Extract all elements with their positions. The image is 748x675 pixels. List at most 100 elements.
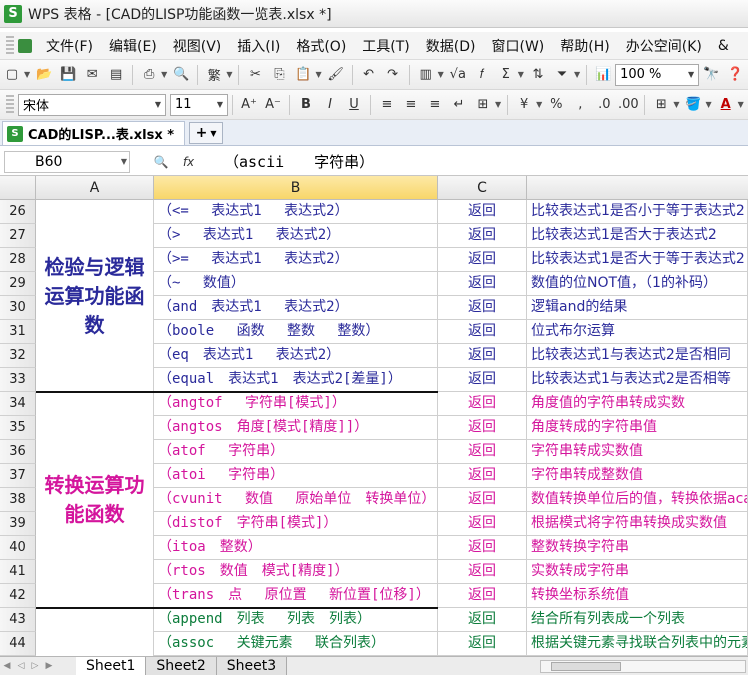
font-name-dropdown-icon[interactable]: ▼ [151, 95, 165, 115]
cell-description[interactable]: 比较表达式1与表达式2是否相等 [527, 368, 748, 392]
cell-return[interactable]: 返回 [438, 488, 527, 512]
cell-description[interactable]: 位式布尔运算 [527, 320, 748, 344]
spell-dropdown-icon[interactable]: ▼ [226, 70, 232, 79]
cell-description[interactable]: 逻辑and的结果 [527, 296, 748, 320]
cell-syntax[interactable]: （trans 点 原位置 新位置[位移]） [154, 584, 438, 608]
cell-return[interactable]: 返回 [438, 344, 527, 368]
last-sheet-icon[interactable]: ▶ [42, 661, 56, 671]
align-right-icon[interactable]: ≡ [425, 95, 445, 115]
cell-syntax[interactable]: （equal 表达式1 表达式2[差量]） [154, 368, 438, 392]
menu-view[interactable]: 视图(V) [165, 36, 230, 56]
row-header[interactable]: 36 [0, 440, 36, 464]
cell-return[interactable]: 返回 [438, 632, 527, 656]
row-header[interactable]: 31 [0, 320, 36, 344]
menu-help[interactable]: 帮助(H) [552, 36, 617, 56]
zoom-select[interactable]: 100 % ▼ [615, 63, 700, 86]
menu-edit[interactable]: 编辑(E) [101, 36, 165, 56]
cut-icon[interactable]: ✂ [245, 65, 265, 85]
chart-icon[interactable]: 📊 [593, 65, 613, 85]
cell-description[interactable]: 比较表达式1是否大于表达式2 [527, 224, 748, 248]
cell-description[interactable]: 结合所有列表成一个列表 [527, 608, 748, 632]
sheet-tab-3[interactable]: Sheet3 [216, 656, 288, 675]
new-dropdown-icon[interactable]: ▼ [24, 70, 30, 79]
row-header[interactable]: 29 [0, 272, 36, 296]
help-icon[interactable]: ❓ [725, 65, 745, 85]
horizontal-scrollbar[interactable] [540, 660, 746, 673]
cell-description[interactable]: 角度值的字符串转成实数 [527, 392, 748, 416]
menu-overflow[interactable]: & [710, 38, 737, 54]
cell-description[interactable]: 根据关键元素寻找联合列表中的元素 [527, 632, 748, 656]
column-header-d[interactable] [527, 176, 748, 200]
fill-color-icon[interactable]: 🪣 [683, 95, 703, 115]
document-tab[interactable]: S CAD的LISP...表.xlsx * [2, 121, 186, 145]
cell-return[interactable]: 返回 [438, 416, 527, 440]
name-box[interactable]: B60 ▼ [4, 150, 130, 173]
row-header[interactable]: 26 [0, 200, 36, 224]
increase-font-icon[interactable]: A⁺ [239, 95, 259, 115]
insert-row-dropdown-icon[interactable]: ▼ [438, 70, 444, 79]
cell-syntax[interactable]: （itoa 整数） [154, 536, 438, 560]
cell-description[interactable]: 比较表达式1是否大于等于表达式2 [527, 248, 748, 272]
cell-return[interactable]: 返回 [438, 512, 527, 536]
bold-icon[interactable]: B [296, 95, 316, 115]
cell-return[interactable]: 返回 [438, 368, 527, 392]
cell-description[interactable]: 转换坐标系统值 [527, 584, 748, 608]
autosum-dropdown-icon[interactable]: ▼ [518, 70, 524, 79]
cell-syntax[interactable]: （atoi 字符串） [154, 464, 438, 488]
menu-data[interactable]: 数据(D) [418, 36, 484, 56]
cell-return[interactable]: 返回 [438, 608, 527, 632]
insert-row-icon[interactable]: ▥ [416, 65, 436, 85]
horizontal-scroll-thumb[interactable] [551, 662, 621, 671]
formula-input[interactable]: （ascii 字符串） [218, 151, 374, 172]
cell-return[interactable]: 返回 [438, 200, 527, 224]
spell-check-icon[interactable]: 繁 [204, 65, 224, 85]
fx-icon[interactable]: fx [183, 155, 194, 169]
toolbar-grip-icon[interactable] [6, 35, 14, 56]
sheet-tab-1[interactable]: Sheet1 [76, 656, 147, 675]
row-header[interactable]: 37 [0, 464, 36, 488]
align-left-icon[interactable]: ≡ [377, 95, 397, 115]
cell-syntax[interactable]: （and 表达式1 表达式2） [154, 296, 438, 320]
column-header-b[interactable]: B [154, 176, 438, 200]
borders-icon[interactable]: ⊞ [651, 95, 671, 115]
print-dropdown-icon[interactable]: ▼ [161, 70, 167, 79]
italic-icon[interactable]: I [320, 95, 340, 115]
cell-syntax[interactable]: （~ 数值） [154, 272, 438, 296]
row-header[interactable]: 40 [0, 536, 36, 560]
open-folder-icon[interactable]: 📂 [34, 65, 54, 85]
new-tab-button[interactable]: + ▼ [189, 122, 224, 144]
cell-return[interactable]: 返回 [438, 248, 527, 272]
column-header-c[interactable]: C [438, 176, 527, 200]
cell-syntax[interactable]: （angtos 角度[模式[精度]]） [154, 416, 438, 440]
merge-center-icon[interactable]: ⊞ [473, 95, 493, 115]
cell-description[interactable]: 角度转成的字符串值 [527, 416, 748, 440]
cell-return[interactable]: 返回 [438, 536, 527, 560]
toolbar-grip-icon[interactable] [6, 94, 14, 115]
merge-dropdown-icon[interactable]: ▼ [495, 100, 501, 109]
row-header[interactable]: 28 [0, 248, 36, 272]
paste-icon[interactable]: 📋 [293, 65, 313, 85]
sort-icon[interactable]: ⇅ [528, 65, 548, 85]
cell-description[interactable]: 根据模式将字符串转换成实数值 [527, 512, 748, 536]
cell-return[interactable]: 返回 [438, 320, 527, 344]
cell-description[interactable]: 比较表达式1是否小于等于表达式2 [527, 200, 748, 224]
filter-icon[interactable]: ⏷ [552, 65, 572, 85]
percent-icon[interactable]: % [546, 95, 566, 115]
row-header[interactable]: 39 [0, 512, 36, 536]
cell-syntax[interactable]: （distof 字符串[模式]） [154, 512, 438, 536]
autosum-icon[interactable]: Σ [496, 65, 516, 85]
align-center-icon[interactable]: ≡ [401, 95, 421, 115]
cell-description[interactable]: 实数转成字符串 [527, 560, 748, 584]
decrease-font-icon[interactable]: A⁻ [263, 95, 283, 115]
currency-format-icon[interactable]: ¥ [514, 95, 534, 115]
zoom-dropdown-icon[interactable]: ▼ [684, 65, 698, 85]
row-header[interactable]: 35 [0, 416, 36, 440]
row-header[interactable]: 42 [0, 584, 36, 608]
cell-return[interactable]: 返回 [438, 392, 527, 416]
fill-color-dropdown-icon[interactable]: ▼ [705, 100, 711, 109]
menu-format[interactable]: 格式(O) [288, 36, 354, 56]
currency-dropdown-icon[interactable]: ▼ [536, 100, 542, 109]
row-header[interactable]: 41 [0, 560, 36, 584]
group-label-conversion[interactable]: 转换运算功能函数 [36, 392, 154, 608]
zoom-formula-icon[interactable]: 🔍 [154, 155, 169, 169]
